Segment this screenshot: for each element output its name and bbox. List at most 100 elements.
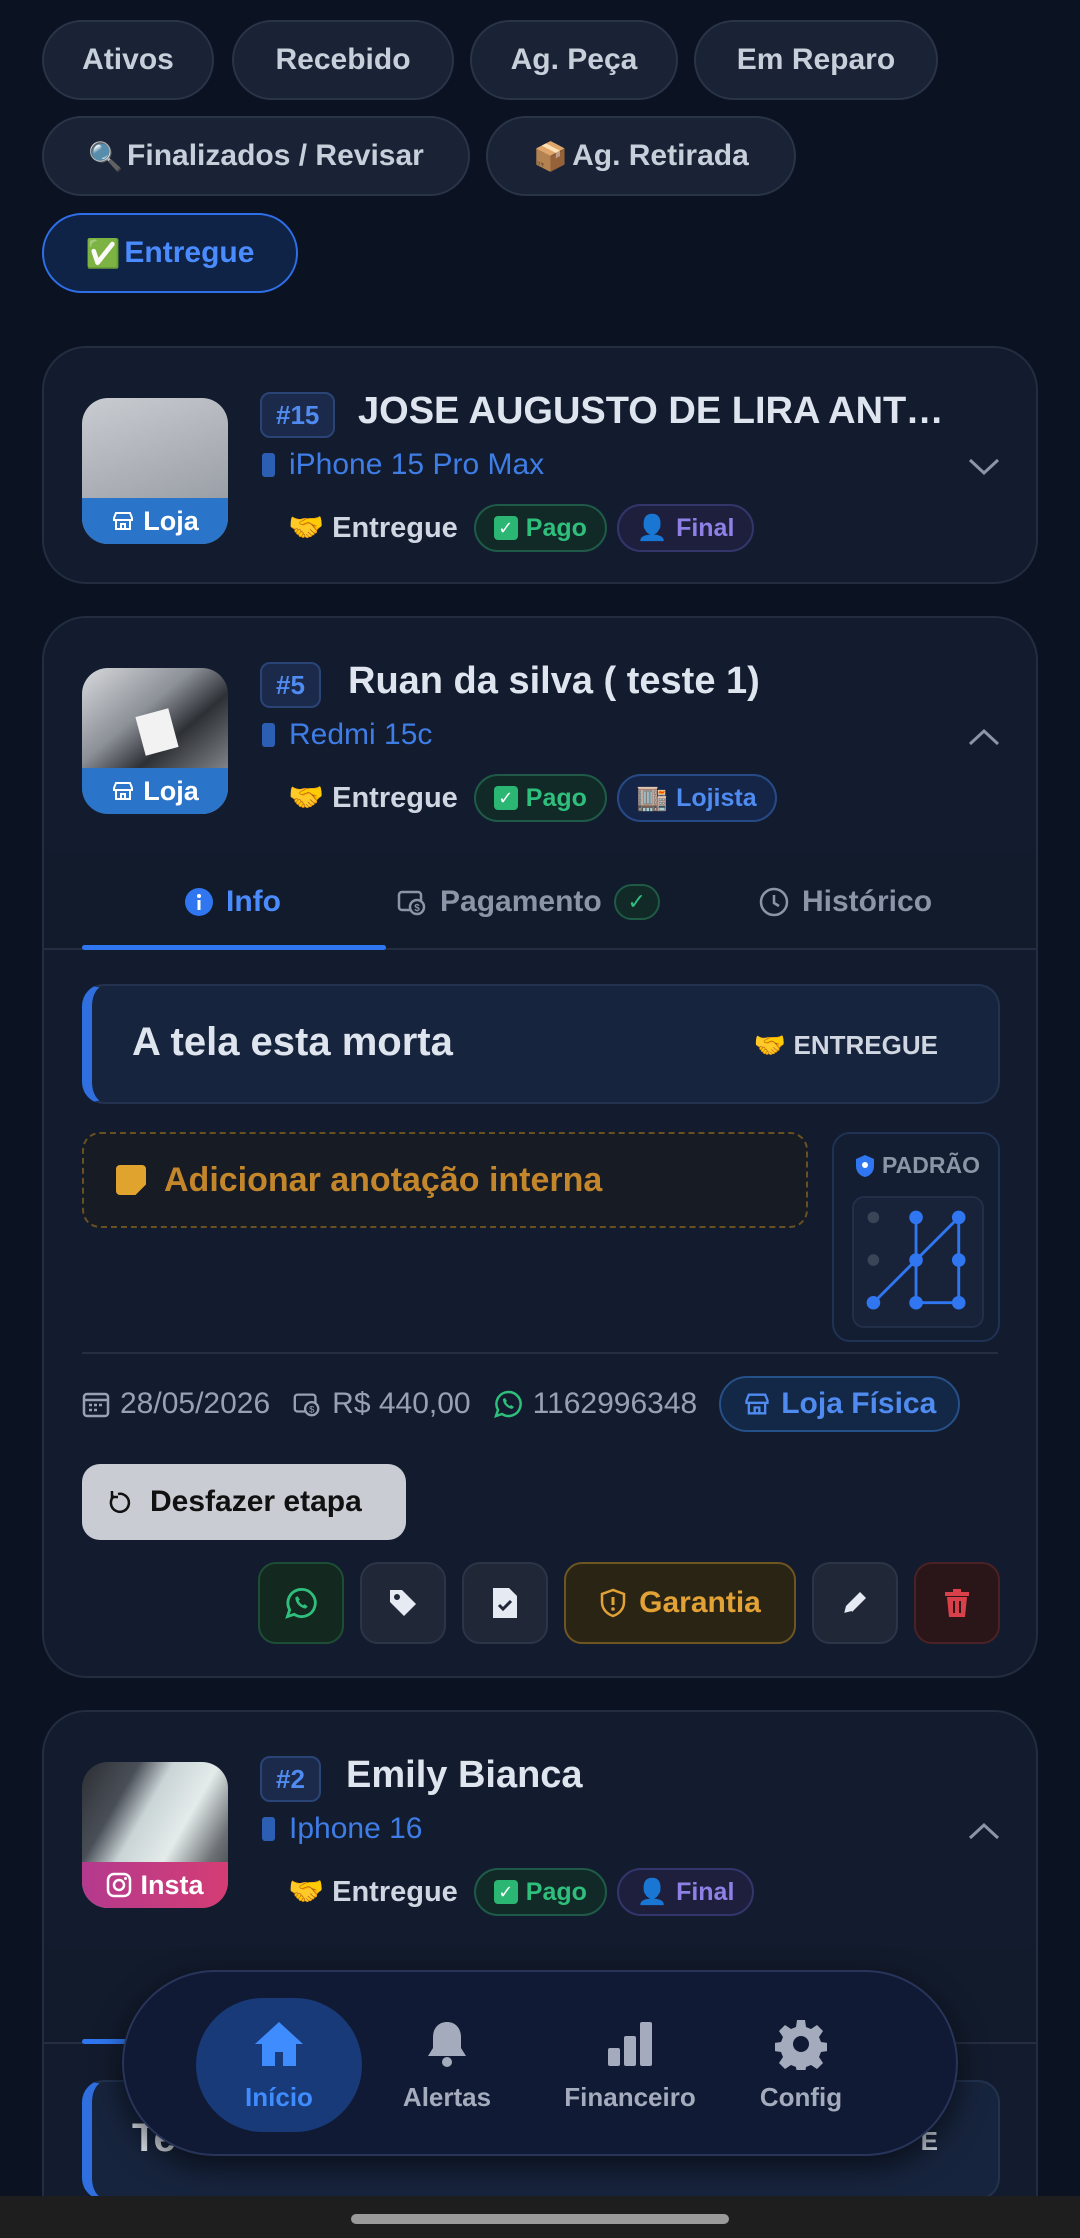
unlock-pattern[interactable]: PADRÃO <box>832 1132 1000 1342</box>
bar-chart-icon <box>608 2021 652 2066</box>
person-icon: 👤 <box>636 1877 669 1906</box>
store-icon <box>113 782 134 800</box>
tab-info[interactable]: Info <box>184 854 281 950</box>
chevron-down-icon[interactable] <box>966 448 1002 484</box>
package-icon: 📦 <box>533 140 569 172</box>
problem-description: A tela esta morta 🤝 ENTREGUE <box>82 984 1000 1104</box>
sticky-note-icon <box>116 1165 146 1195</box>
handshake-icon: 🤝 <box>288 1876 325 1908</box>
order-card[interactable]: Loja #15 JOSE AUGUSTO DE LIRA ANTO... iP… <box>42 346 1038 584</box>
pattern-grid <box>852 1196 984 1328</box>
pencil-icon <box>843 1592 866 1615</box>
source-tag: Loja <box>82 498 228 544</box>
device-model: Redmi 15c <box>262 718 432 752</box>
delete-button[interactable] <box>914 1562 1000 1644</box>
home-icon <box>255 2021 303 2066</box>
device-photo: Insta <box>82 1762 228 1908</box>
instagram-icon <box>107 1872 132 1898</box>
tab-historico[interactable]: Histórico <box>758 854 932 950</box>
handshake-icon: 🤝 <box>288 782 325 814</box>
undo-step-button[interactable]: Desfazer etapa <box>82 1464 406 1540</box>
phone-icon <box>262 723 275 747</box>
magnifier-icon: 🔍 <box>88 140 124 172</box>
filter-chip-recebido[interactable]: Recebido <box>232 20 454 100</box>
home-indicator[interactable] <box>351 2214 729 2224</box>
internal-note-button[interactable]: Adicionar anotação interna <box>82 1132 808 1228</box>
clock-icon <box>759 887 789 917</box>
customer-type-badge: 👤 Final <box>616 504 755 552</box>
calendar-icon <box>82 1392 110 1418</box>
source-tag: Insta <box>82 1862 228 1908</box>
document-button[interactable] <box>462 1562 548 1644</box>
svg-text:$: $ <box>309 1404 315 1414</box>
customer-name: Emily Bianca <box>346 1754 583 1796</box>
tab-pagamento[interactable]: $ Pagamento ✓ <box>396 854 660 950</box>
filter-chip-finalizados[interactable]: 🔍 Finalizados / Revisar <box>42 116 470 196</box>
store-icon <box>113 512 134 530</box>
person-icon: 👤 <box>636 513 669 542</box>
filter-chip-em-reparo[interactable]: Em Reparo <box>694 20 938 100</box>
gear-icon <box>775 2019 827 2070</box>
status-badge: 🤝 Entregue <box>288 1875 458 1909</box>
phone-icon <box>262 1817 275 1841</box>
filter-chip-ag-peca[interactable]: Ag. Peça <box>470 20 678 100</box>
divider <box>82 1352 998 1354</box>
customer-type-badge: 🏬 Lojista <box>616 774 777 822</box>
nav-alertas[interactable]: Alertas <box>364 1998 530 2132</box>
undo-icon <box>109 1491 131 1514</box>
chevron-up-icon[interactable] <box>966 1814 1002 1850</box>
order-card-expanded[interactable]: Loja #5 Ruan da silva ( teste 1) Redmi 1… <box>42 616 1038 1678</box>
payment-badge: ✓ Pago <box>473 504 607 552</box>
payment-badge: ✓ Pago <box>473 1868 607 1916</box>
source-tag: Loja <box>82 768 228 814</box>
edit-button[interactable] <box>812 1562 898 1644</box>
check-icon: ✓ <box>493 1880 518 1904</box>
money-bill-icon: $ <box>397 890 426 916</box>
order-meta: 28/05/2026 $ R$ 440,00 1162996348 Loja F… <box>82 1376 961 1432</box>
chevron-up-icon[interactable] <box>966 720 1002 756</box>
bottom-navigation: Início Alertas Financeiro Config <box>122 1970 958 2156</box>
order-price: R$ 440,00 <box>332 1387 471 1420</box>
handshake-icon: 🤝 <box>288 512 325 544</box>
filter-chip-ag-retirada[interactable]: 📦 Ag. Retirada <box>486 116 796 196</box>
device-model: Iphone 16 <box>262 1812 422 1846</box>
filter-chip-ativos[interactable]: Ativos <box>42 20 214 100</box>
system-navigation-bar <box>0 2196 1080 2238</box>
whatsapp-icon <box>493 1390 522 1418</box>
order-date: 28/05/2026 <box>120 1387 271 1420</box>
trash-icon <box>945 1589 969 1617</box>
check-icon: ✓ <box>493 786 518 810</box>
document-check-icon <box>493 1588 517 1618</box>
active-tab-indicator <box>82 945 386 950</box>
status-badges: 🤝 Entregue ✓ Pago 🏬 Lojista <box>288 774 777 822</box>
order-number: #15 <box>260 392 336 438</box>
order-number: #5 <box>260 662 321 708</box>
store-icon <box>745 1393 769 1415</box>
location-badge: Loja Física <box>719 1376 961 1432</box>
order-number: #2 <box>260 1756 321 1802</box>
svg-text:$: $ <box>414 903 420 914</box>
bell-icon <box>428 2021 466 2067</box>
nav-inicio[interactable]: Início <box>196 1998 362 2132</box>
device-photo: Loja <box>82 668 228 814</box>
status-badges: 🤝 Entregue ✓ Pago 👤 Final <box>288 1868 755 1916</box>
problem-status: 🤝 ENTREGUE <box>753 1030 938 1060</box>
detail-tabs: Info $ Pagamento ✓ Histórico <box>44 854 1036 950</box>
tag-icon <box>390 1590 416 1616</box>
nav-financeiro[interactable]: Financeiro <box>540 1998 720 2132</box>
customer-name: JOSE AUGUSTO DE LIRA ANTO... <box>358 390 948 432</box>
filter-chip-entregue[interactable]: ✅ Entregue <box>42 213 298 293</box>
check-box-icon: ✅ <box>85 237 121 269</box>
device-model: iPhone 15 Pro Max <box>262 448 544 482</box>
nav-config[interactable]: Config <box>718 1998 884 2132</box>
tag-button[interactable] <box>360 1562 446 1644</box>
check-icon: ✓ <box>493 516 518 540</box>
warranty-button[interactable]: Garantia <box>564 1562 796 1644</box>
phone-icon <box>262 453 275 477</box>
paid-check-icon: ✓ <box>613 884 660 920</box>
status-badge: 🤝 Entregue <box>288 511 458 545</box>
shield-alert-icon <box>600 1588 626 1618</box>
status-badges: 🤝 Entregue ✓ Pago 👤 Final <box>288 504 755 552</box>
customer-type-badge: 👤 Final <box>616 1868 755 1916</box>
whatsapp-button[interactable] <box>258 1562 344 1644</box>
